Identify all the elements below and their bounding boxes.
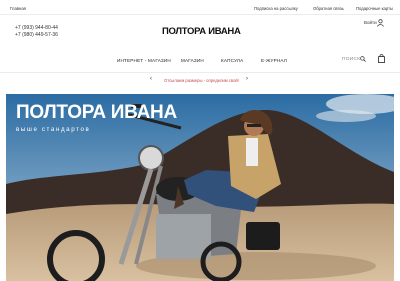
nav-item-online-store[interactable]: ИНТЕРНЕТ - МАГАЗИН (117, 58, 171, 63)
hero-subtitle: выше стандартов (16, 126, 91, 133)
promo-next-arrow[interactable]: › (246, 76, 248, 82)
user-icon[interactable] (377, 19, 384, 27)
top-divider (0, 14, 400, 15)
nav-divider (0, 72, 400, 73)
site-logo[interactable]: ПОЛТОРА ИВАНА (162, 26, 242, 38)
subscribe-link[interactable]: Подписка на рассылку (254, 6, 298, 11)
hero-banner[interactable]: ПОЛТОРА ИВАНА выше стандартов (6, 94, 394, 281)
home-link[interactable]: Главная (10, 6, 26, 11)
phone-number-2[interactable]: +7 (980) 449-57-36 (15, 32, 58, 39)
nav-item-capsule[interactable]: КАПСУЛА (221, 58, 243, 63)
promo-banner: ‹ Отсылаем размеры - определим свой! › (0, 75, 400, 85)
hero-title: ПОЛТОРА ИВАНА (16, 102, 177, 123)
nav-item-journal[interactable]: E-ЖУРНАЛ (261, 58, 287, 63)
logo-text: ПОЛТОРА ИВАНА (162, 26, 241, 37)
shopping-bag-icon[interactable] (378, 54, 385, 63)
top-bar: Главная Подписка на рассылку Обратная св… (0, 0, 400, 15)
phone-number-1[interactable]: +7 (993) 944-80-44 (15, 25, 58, 32)
gift-cards-link[interactable]: Подарочные карты (356, 6, 393, 11)
promo-prev-arrow[interactable]: ‹ (150, 76, 152, 82)
search-icon[interactable] (360, 56, 366, 62)
login-link[interactable]: Войти (364, 20, 377, 25)
promo-text[interactable]: Отсылаем размеры - определим свой! (164, 78, 239, 83)
feedback-link[interactable]: Обратная связь (313, 6, 344, 11)
search-label[interactable]: ПОИСК (342, 57, 360, 62)
nav-item-store[interactable]: МАГАЗИН (181, 58, 204, 63)
main-nav: ИНТЕРНЕТ - МАГАЗИН МАГАЗИН КАПСУЛА E-ЖУР… (0, 56, 400, 66)
phone-numbers: +7 (993) 944-80-44 +7 (980) 449-57-36 (15, 25, 58, 39)
